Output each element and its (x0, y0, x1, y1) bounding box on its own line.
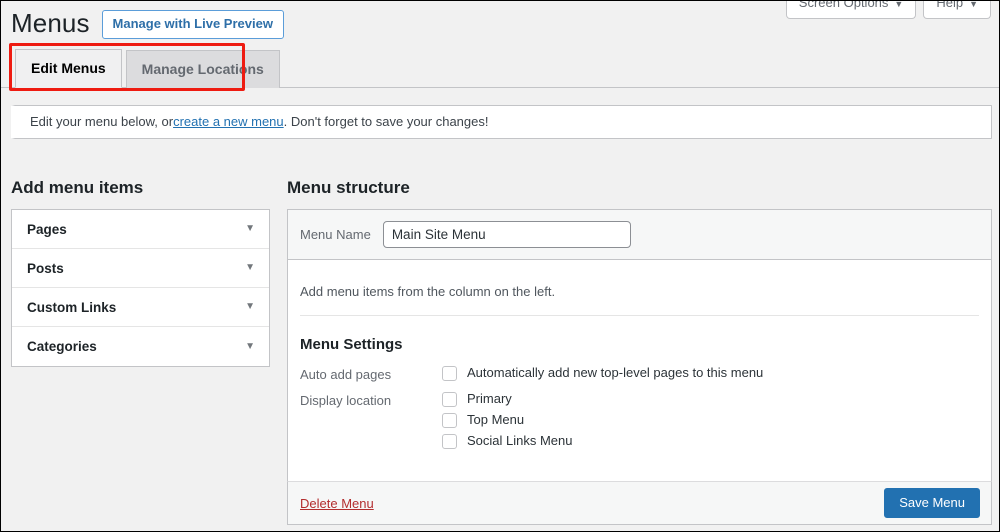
tab-edit-menus-label: Edit Menus (31, 60, 106, 76)
save-menu-button[interactable]: Save Menu (884, 488, 980, 518)
accordion-item-posts[interactable]: Posts ▼ (12, 249, 269, 288)
create-a-new-menu-link[interactable]: create a new menu (173, 112, 284, 132)
screen-options-label: Screen Options (798, 0, 889, 10)
page-header: Menus Manage with Live Preview (11, 7, 284, 41)
notice-text-after: . Don't forget to save your changes! (283, 114, 489, 130)
tab-manage-locations[interactable]: Manage Locations (125, 50, 280, 88)
nav-tab-wrapper: Edit Menus Manage Locations (1, 46, 999, 88)
accordion-label-categories: Categories (27, 339, 97, 354)
menu-panel-footer: Delete Menu Save Menu (287, 481, 992, 525)
menu-structure-panel: Menu Name Add menu items from the column… (287, 209, 992, 525)
location-label-primary: Primary (467, 391, 512, 406)
add-menu-items-accordion: Pages ▼ Posts ▼ Custom Links ▼ Categorie… (11, 209, 270, 367)
menu-name-input[interactable] (382, 221, 631, 248)
auto-add-pages-option-label: Automatically add new top-level pages to… (467, 365, 764, 380)
auto-add-pages-label: Auto add pages (300, 367, 392, 382)
chevron-down-icon: ▼ (894, 0, 904, 9)
location-label-social-links-menu: Social Links Menu (467, 433, 573, 448)
accordion-label-posts: Posts (27, 260, 64, 276)
auto-add-pages-checkbox[interactable] (442, 365, 457, 381)
location-label-top-menu: Top Menu (467, 412, 525, 427)
chevron-down-icon: ▼ (245, 340, 255, 352)
add-menu-items-heading: Add menu items (11, 178, 144, 197)
help-button[interactable]: Help ▼ (923, 0, 991, 19)
location-checkbox-social-links-menu[interactable] (442, 433, 457, 449)
accordion-label-pages: Pages (27, 221, 67, 237)
screen-options-button[interactable]: Screen Options ▼ (785, 0, 917, 19)
tab-manage-locations-label: Manage Locations (141, 61, 264, 77)
tab-edit-menus[interactable]: Edit Menus (15, 49, 122, 88)
setting-row-auto-add-pages: Auto add pages Automatically add new top… (300, 365, 991, 382)
edit-menu-notice: Edit your menu below, or create a new me… (11, 105, 992, 139)
notice-text-before: Edit your menu below, or (30, 114, 174, 130)
chevron-down-icon: ▼ (245, 301, 255, 312)
menu-structure-heading: Menu structure (287, 178, 410, 197)
accordion-item-categories[interactable]: Categories ▼ (12, 327, 269, 366)
setting-row-display-location: Display location Primary Top Menu Social… (300, 391, 991, 449)
help-label: Help (936, 0, 964, 10)
accordion-label-custom-links: Custom Links (27, 299, 117, 315)
auto-add-pages-options: Automatically add new top-level pages to… (442, 365, 763, 381)
accordion-item-custom-links[interactable]: Custom Links ▼ (12, 288, 269, 327)
location-row-social-links-menu[interactable]: Social Links Menu (442, 433, 573, 449)
screen-meta-toolbar: Screen Options ▼ Help ▼ (785, 0, 991, 19)
auto-add-pages-checkbox-row[interactable]: Automatically add new top-level pages to… (442, 365, 763, 381)
chevron-down-icon: ▼ (245, 262, 255, 273)
location-row-top-menu[interactable]: Top Menu (442, 412, 573, 428)
chevron-down-icon: ▼ (245, 223, 255, 234)
location-row-primary[interactable]: Primary (442, 391, 573, 407)
menu-settings-heading: Menu Settings (300, 336, 403, 353)
display-location-options: Primary Top Menu Social Links Menu (442, 391, 573, 449)
location-checkbox-primary[interactable] (442, 391, 457, 407)
chevron-down-icon: ▼ (969, 0, 978, 9)
display-location-label: Display location (300, 393, 392, 408)
menu-name-label: Menu Name (300, 227, 371, 242)
wordpress-menus-screen: Screen Options ▼ Help ▼ Menus Manage wit… (0, 0, 1000, 532)
menu-name-row: Menu Name (288, 210, 991, 260)
accordion-item-pages[interactable]: Pages ▼ (12, 210, 269, 249)
delete-menu-link[interactable]: Delete Menu (300, 496, 374, 511)
page-title: Menus (11, 8, 90, 38)
manage-with-live-preview-button[interactable]: Manage with Live Preview (101, 10, 284, 40)
location-checkbox-top-menu[interactable] (442, 412, 457, 428)
menu-empty-message: Add menu items from the column on the le… (300, 284, 556, 299)
